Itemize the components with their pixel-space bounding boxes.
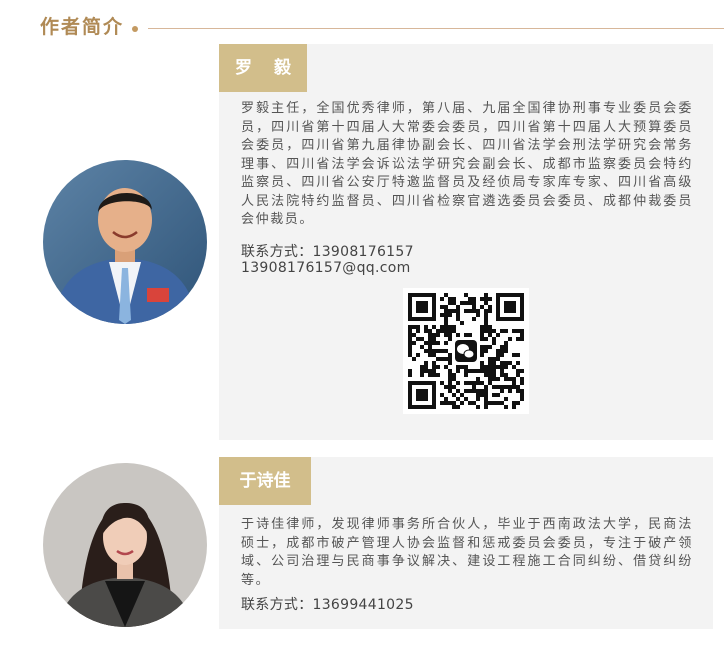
author-name-tag: 罗 毅: [219, 44, 307, 92]
header-dot: [132, 26, 138, 32]
author-phone: 联系方式：13699441025: [241, 597, 414, 613]
author-card-luo-yi: 罗 毅 罗毅主任，全国优秀律师，第八届、九届全国律协刑事专业委员会委员，四川省第…: [219, 44, 713, 440]
wechat-icon: [453, 338, 479, 364]
author-email[interactable]: 13908176157@qq.com: [241, 260, 411, 276]
header-divider: [148, 28, 724, 29]
author-card-yu-shijia: 于诗佳 于诗佳律师，发现律师事务所合伙人，毕业于西南政法大学，民商法硕士，成都市…: [219, 457, 713, 629]
section-title: 作者简介: [40, 16, 125, 38]
author-avatar-luo-yi: [43, 160, 207, 324]
section-header: 作者简介: [0, 0, 727, 46]
author-bio: 罗毅主任，全国优秀律师，第八届、九届全国律协刑事专业委员会委员，四川省第十四届人…: [241, 101, 693, 227]
wechat-qr-code: [403, 288, 529, 414]
author-name-tag: 于诗佳: [219, 457, 311, 505]
author-bio: 于诗佳律师，发现律师事务所合伙人，毕业于西南政法大学，民商法硕士，成都市破产管理…: [241, 517, 693, 588]
author-avatar-yu-shijia: [43, 463, 207, 627]
author-phone: 联系方式：13908176157: [241, 244, 414, 260]
